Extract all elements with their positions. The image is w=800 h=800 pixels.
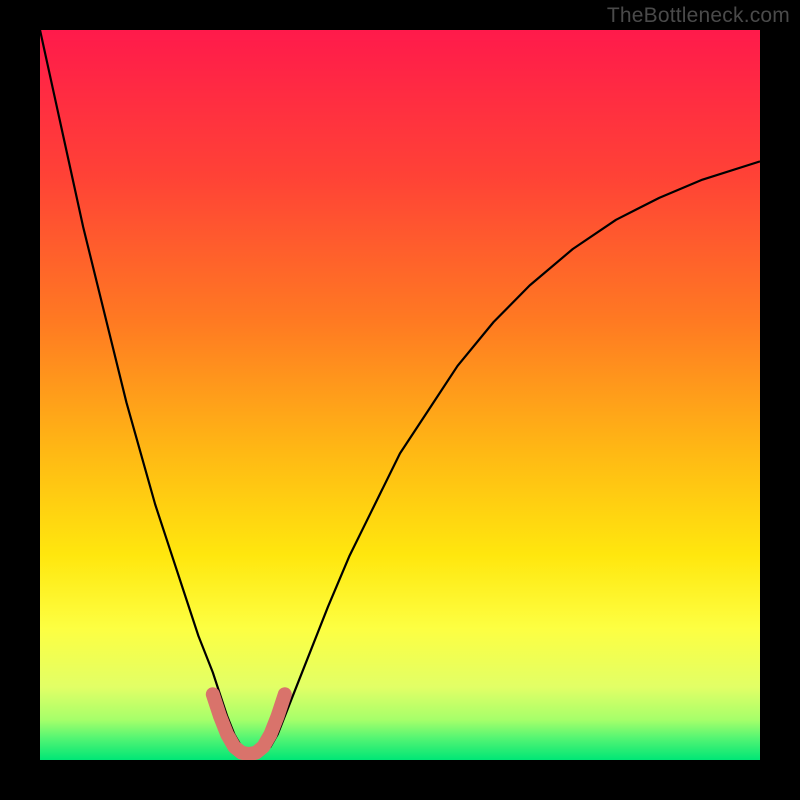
chart-frame: TheBottleneck.com — [0, 0, 800, 800]
bottleneck-chart — [0, 0, 800, 800]
plot-background — [40, 30, 760, 760]
watermark-text: TheBottleneck.com — [607, 4, 790, 28]
